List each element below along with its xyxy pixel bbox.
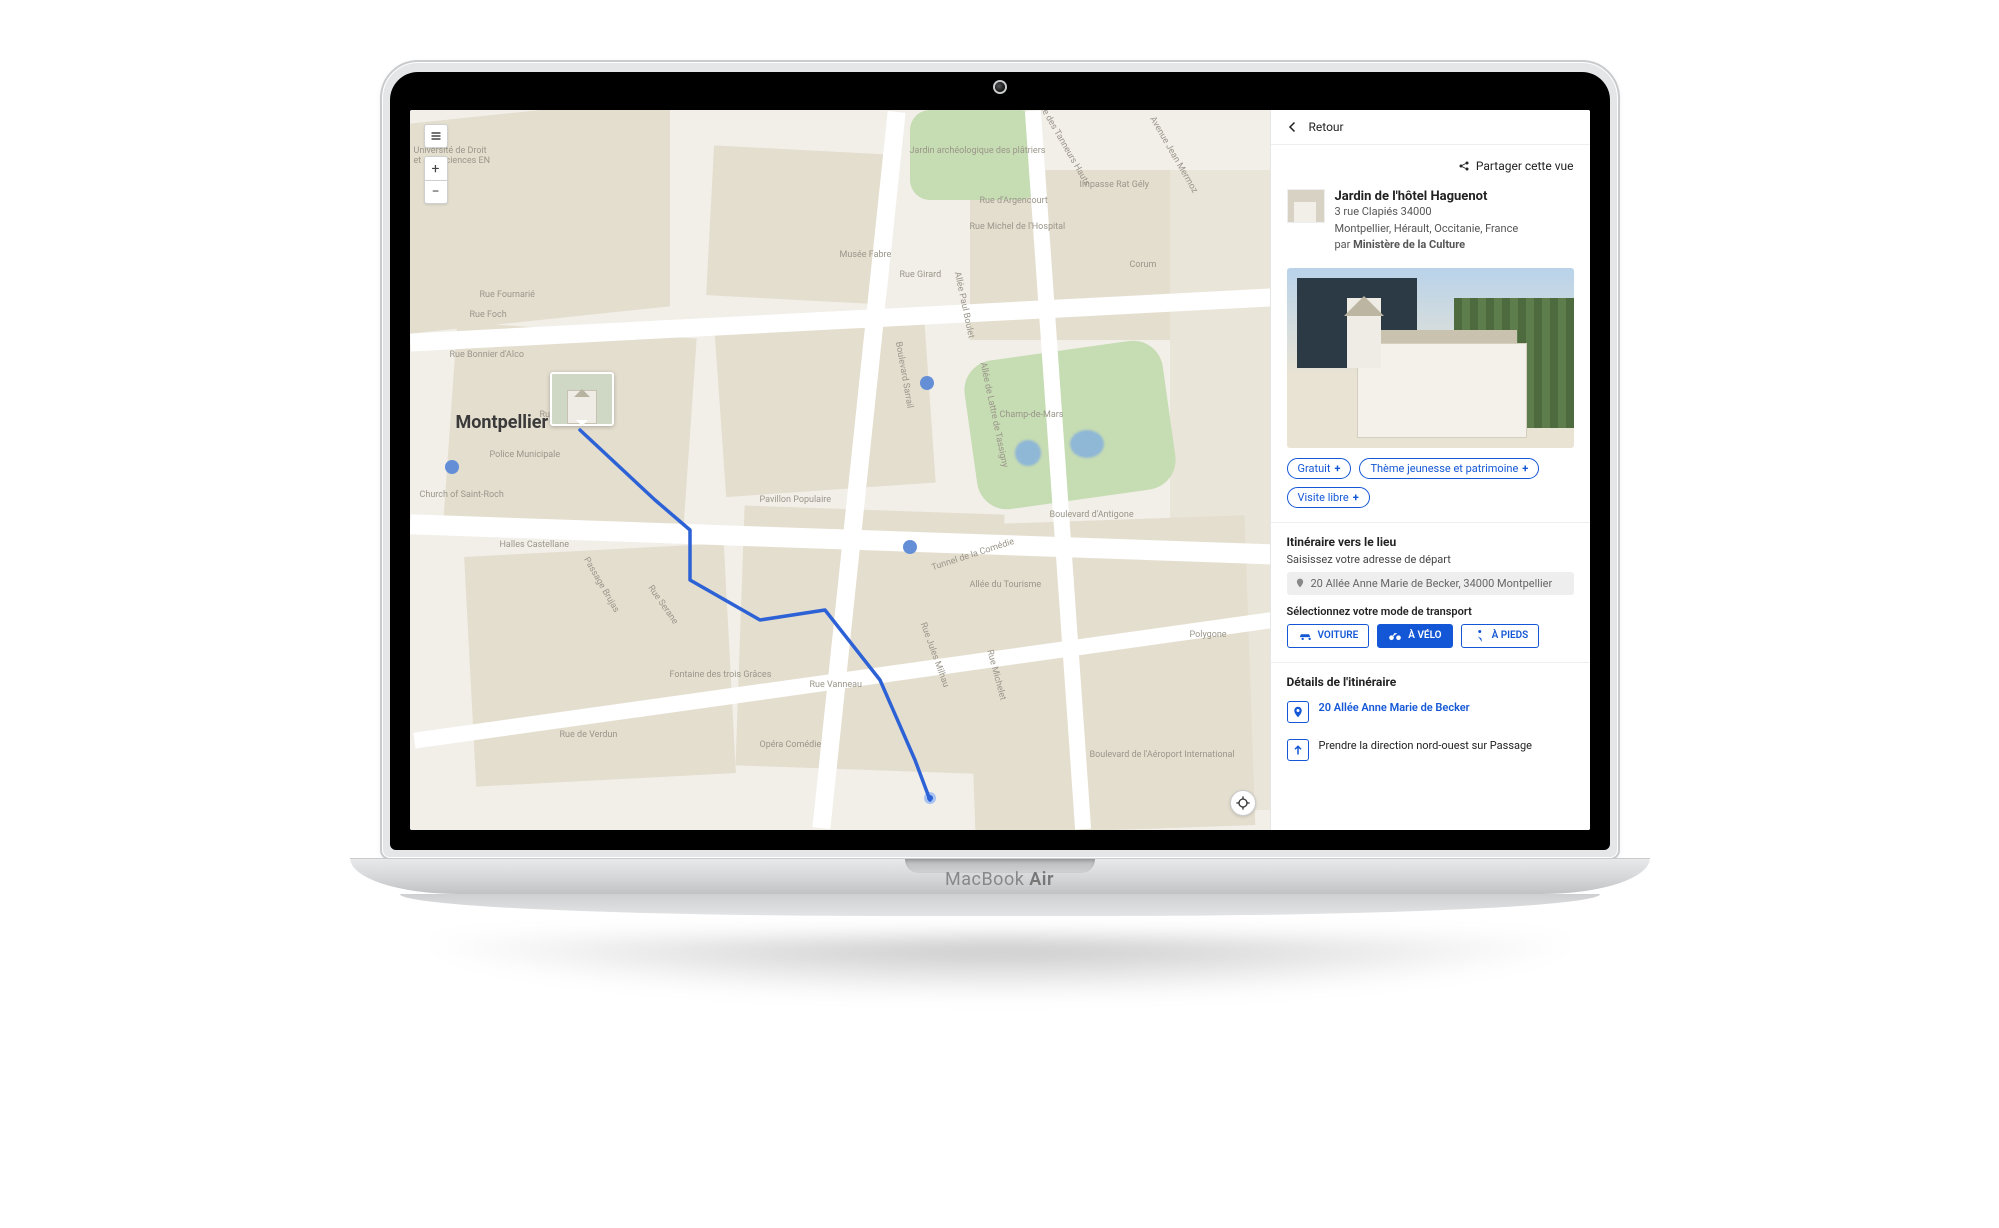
laptop-frame: Jardin archéologique des plâtriers Rue d…: [350, 60, 1650, 998]
zoom-in-button[interactable]: +: [424, 156, 448, 180]
app-screen: Jardin archéologique des plâtriers Rue d…: [410, 110, 1590, 830]
map-label: Champ-de-Mars: [1000, 410, 1064, 420]
walk-icon: [1472, 630, 1486, 642]
arrow-up-icon: [1287, 739, 1309, 761]
map-label: Rue Michel de l'Hospital: [970, 222, 1066, 232]
step-row[interactable]: Prendre la direction nord-ouest sur Pass…: [1271, 731, 1590, 769]
bike-icon: [1388, 630, 1402, 642]
map-app: Jardin archéologique des plâtriers Rue d…: [410, 110, 1590, 830]
address-value: 20 Allée Anne Marie de Becker, 34000 Mon…: [1311, 577, 1553, 590]
place-title: Jardin de l'hôtel Haguenot: [1335, 189, 1519, 204]
place-addr2: Montpellier, Hérault, Occitanie, France: [1335, 221, 1519, 238]
pin-icon: [1295, 578, 1305, 588]
city-label: Montpellier: [456, 412, 549, 433]
tag-list: Gratuit Thème jeunesse et patrimoine Vis…: [1271, 458, 1590, 523]
laptop-lid: Jardin archéologique des plâtriers Rue d…: [380, 60, 1620, 860]
tag-chip[interactable]: Gratuit: [1287, 458, 1352, 479]
map-canvas[interactable]: Jardin archéologique des plâtriers Rue d…: [410, 110, 1270, 830]
place-thumbnail-pin[interactable]: [550, 372, 614, 426]
map-label: Rue de Verdun: [560, 730, 618, 740]
mode-bike[interactable]: À VÉLO: [1377, 624, 1452, 648]
step-row[interactable]: 20 Allée Anne Marie de Becker: [1271, 693, 1590, 731]
laptop-brand: MacBook Air: [945, 869, 1054, 890]
share-button[interactable]: Partager cette vue: [1271, 145, 1590, 183]
address-input[interactable]: 20 Allée Anne Marie de Becker, 34000 Mon…: [1287, 572, 1574, 595]
map-label: Boulevard de l'Aéroport International: [1090, 750, 1235, 760]
map-label: Rue Girard: [900, 270, 942, 280]
map-label: Rue d'Argencourt: [980, 196, 1048, 206]
pin-icon: [1287, 701, 1309, 723]
details-panel: Retour Partager cette vue Jardin de l'hô…: [1270, 110, 1590, 830]
map-label: Halles Castellane: [500, 540, 569, 550]
chevron-left-icon: [1287, 121, 1299, 133]
map-label: Pavillon Populaire: [760, 495, 832, 505]
zoom-out-button[interactable]: −: [424, 180, 448, 204]
place-addr1: 3 rue Clapiés 34000: [1335, 204, 1519, 221]
laptop-foot: [400, 894, 1600, 916]
camera-icon: [995, 82, 1005, 92]
map-label: Rue Foch: [470, 310, 507, 320]
map-label: Rue Vanneau: [810, 680, 863, 690]
map-label: Musée Fabre: [840, 250, 892, 260]
map-label: Opéra Comédie: [760, 740, 822, 750]
map-label: Corum: [1130, 260, 1157, 270]
share-label: Partager cette vue: [1476, 159, 1574, 173]
map-label: Polygone: [1190, 630, 1227, 640]
menu-button[interactable]: [424, 124, 448, 148]
map-label: Jardin archéologique des plâtriers: [910, 146, 1046, 156]
crosshair-icon: [1235, 795, 1251, 811]
laptop-base: MacBook Air: [350, 858, 1650, 894]
map-label: Allée du Tourisme: [970, 580, 1042, 590]
mode-car[interactable]: VOITURE: [1287, 624, 1370, 648]
laptop-shadow: [410, 938, 1590, 998]
map-label: Rue Bonnier d'Alco: [450, 350, 524, 360]
itinerary-title: Itinéraire vers le lieu: [1271, 523, 1590, 553]
share-icon: [1458, 160, 1470, 172]
map-label: Police Municipale: [490, 450, 561, 460]
map-label: Rue Fournarié: [480, 290, 535, 300]
step-text: 20 Allée Anne Marie de Becker: [1319, 701, 1470, 714]
back-button[interactable]: Retour: [1271, 110, 1590, 145]
map-label: Fontaine des trois Grâces: [670, 670, 772, 680]
itinerary-steps: 20 Allée Anne Marie de Becker Prendre la…: [1271, 693, 1590, 769]
place-source: par Ministère de la Culture: [1335, 237, 1519, 254]
mode-title: Sélectionnez votre mode de transport: [1271, 605, 1590, 624]
place-hero-image: [1287, 268, 1574, 448]
map-label: Boulevard d'Antigone: [1050, 510, 1134, 520]
tag-chip[interactable]: Visite libre: [1287, 487, 1370, 508]
details-title: Détails de l'itinéraire: [1271, 663, 1590, 693]
route-end-marker: [924, 792, 936, 804]
address-hint: Saisissez votre adresse de départ: [1271, 553, 1590, 572]
tag-chip[interactable]: Thème jeunesse et patrimoine: [1359, 458, 1539, 479]
zoom-controls: + −: [424, 156, 448, 204]
place-thumb-icon: [1287, 189, 1325, 223]
transport-modes: VOITURE À VÉLO À PIEDS: [1271, 624, 1590, 663]
step-text: Prendre la direction nord-ouest sur Pass…: [1319, 739, 1533, 752]
map-controls: + −: [424, 124, 448, 204]
map-label: Church of Saint-Roch: [420, 490, 504, 500]
menu-icon: [430, 130, 442, 142]
screen-bezel: Jardin archéologique des plâtriers Rue d…: [390, 72, 1610, 850]
back-label: Retour: [1309, 120, 1344, 134]
mode-walk[interactable]: À PIEDS: [1461, 624, 1540, 648]
locate-me-button[interactable]: [1230, 790, 1256, 816]
car-icon: [1298, 630, 1312, 642]
